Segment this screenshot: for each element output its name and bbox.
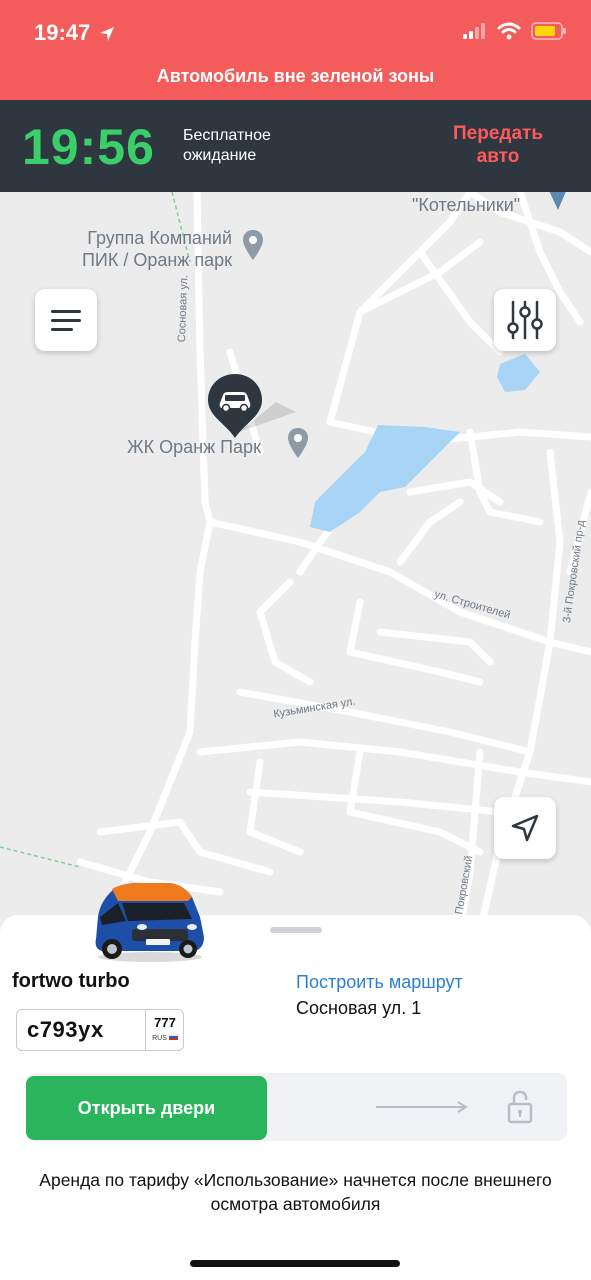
timer-bar: 19:56 Бесплатное ожидание Передать авто bbox=[0, 100, 591, 192]
plate-region: 777 RUS bbox=[145, 1010, 184, 1050]
license-plate: с793ух 777 RUS bbox=[16, 1009, 184, 1051]
car-address: Сосновая ул. 1 bbox=[296, 998, 422, 1018]
signal-icon bbox=[463, 23, 485, 39]
location-arrow-icon bbox=[100, 27, 114, 41]
tariff-note: Аренда по тарифу «Использование» начнетс… bbox=[39, 1170, 552, 1214]
open-doors-button[interactable]: Открыть двери bbox=[26, 1076, 267, 1140]
plate-number: с793ух bbox=[27, 1017, 104, 1042]
poi-kotelniki[interactable]: "Котельники" bbox=[412, 194, 520, 216]
filter-sliders-icon bbox=[507, 300, 543, 340]
free-wait-timer: 19:56 bbox=[22, 119, 155, 175]
poi-pik-line2: ПИК / Оранж парк bbox=[81, 250, 232, 270]
car-info-sheet[interactable]: fortwo turbo с793ух 777 RUS Построить ма… bbox=[0, 883, 591, 1280]
status-icons bbox=[463, 22, 567, 40]
map-view[interactable]: Группа Компаний ПИК / Оранж парк ЖК Оран… bbox=[0, 192, 591, 932]
menu-button[interactable] bbox=[35, 289, 97, 351]
transfer-car-button[interactable]: Передать авто bbox=[430, 122, 566, 168]
status-time: 19:47 bbox=[34, 20, 91, 45]
menu-icon bbox=[51, 310, 81, 331]
battery-icon bbox=[531, 22, 566, 40]
russian-flag-icon bbox=[168, 1033, 179, 1040]
street-label: Сосновая ул. bbox=[176, 274, 191, 343]
car-marker-icon[interactable] bbox=[204, 372, 304, 442]
slide-arrow-icon bbox=[376, 1101, 468, 1113]
plate-country-code: RUS bbox=[152, 1035, 167, 1042]
car-image bbox=[95, 883, 204, 962]
car-model: fortwo turbo bbox=[12, 970, 130, 992]
filter-button[interactable] bbox=[494, 289, 556, 351]
locate-me-button[interactable] bbox=[494, 797, 556, 859]
navigation-arrow-icon bbox=[511, 814, 539, 842]
sheet-handle[interactable] bbox=[270, 927, 322, 933]
poi-pin-icon bbox=[243, 230, 263, 260]
plate-region-number: 777 bbox=[154, 1015, 176, 1030]
plate-country: RUS bbox=[146, 1033, 184, 1042]
build-route-link[interactable]: Построить маршрут bbox=[296, 972, 463, 993]
lock-icon bbox=[507, 1090, 533, 1124]
free-wait-label: Бесплатное ожидание bbox=[183, 127, 271, 164]
poi-pik-orange-park[interactable]: Группа Компаний ПИК / Оранж парк bbox=[40, 227, 232, 271]
home-indicator[interactable] bbox=[190, 1260, 400, 1267]
wifi-icon bbox=[497, 22, 521, 40]
out-of-zone-banner: Автомобиль вне зеленой зоны bbox=[0, 56, 591, 100]
poi-pik-line1: Группа Компаний bbox=[87, 228, 232, 248]
status-bar: 19:47 bbox=[0, 0, 591, 56]
